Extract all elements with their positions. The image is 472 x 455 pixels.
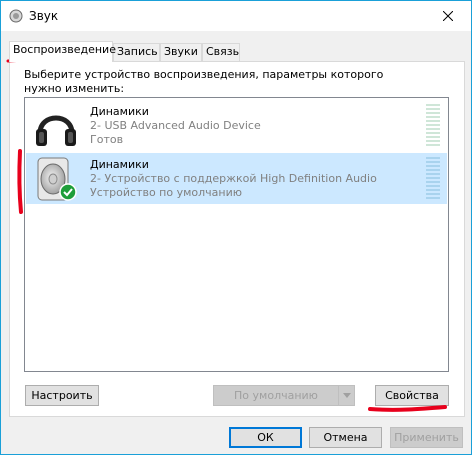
underline-annotation [368,405,447,412]
annotation-marks [6,57,447,412]
sound-dialog: Звук Воспроизведение Запись Звуки Связь … [0,0,472,455]
vertical-annotation [17,149,23,214]
tab-playback[interactable]: Воспроизведение [9,41,116,62]
